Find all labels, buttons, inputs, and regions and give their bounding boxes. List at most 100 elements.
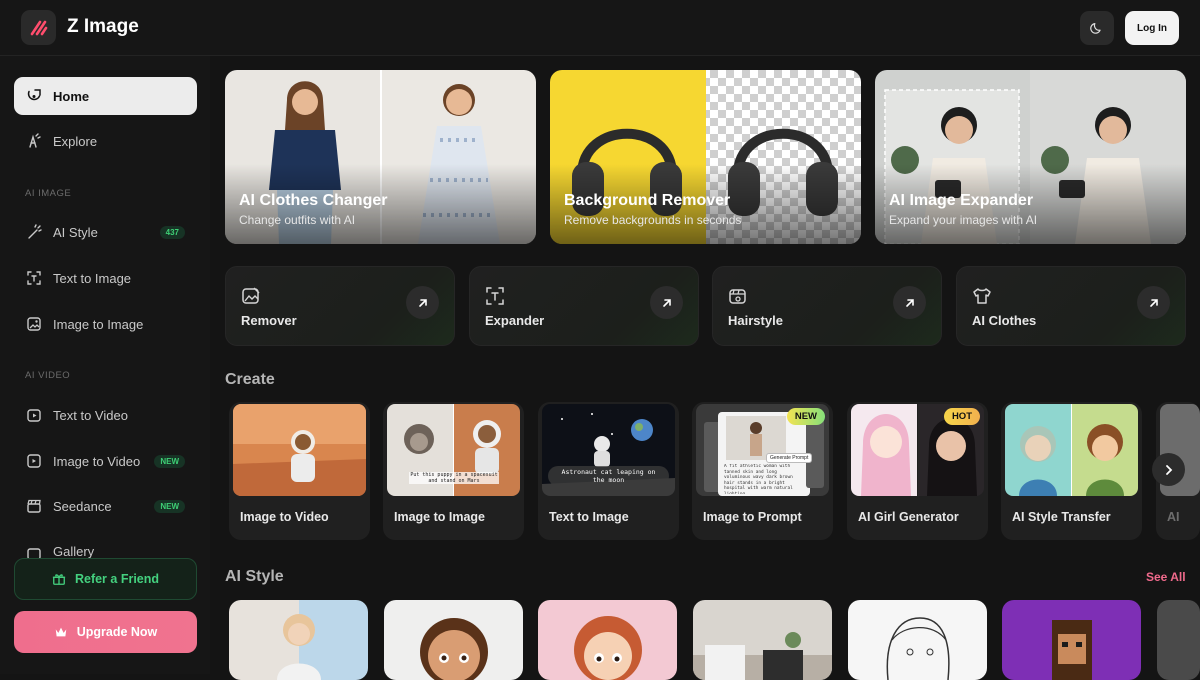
refer-friend-button[interactable]: Refer a Friend — [14, 558, 197, 600]
tool-label: Expander — [485, 313, 545, 328]
image-caption: Astronaut cat leaping on the moon — [548, 466, 669, 487]
tool-card-expander[interactable]: Expander — [469, 266, 699, 346]
shirt-icon — [972, 286, 992, 306]
sidebar-item-image-to-image[interactable]: Image to Image — [14, 305, 197, 343]
sidebar-item-label: Explore — [53, 133, 98, 149]
card-label: Image to Image — [394, 510, 485, 524]
sidebar-item-text-to-video[interactable]: Text to Video — [14, 396, 197, 434]
feature-card-background-remover[interactable]: Background Remover Remove backgrounds in… — [550, 70, 861, 244]
count-badge: 437 — [159, 225, 185, 239]
style-card-partial[interactable] — [1157, 600, 1200, 680]
arrow-up-right-icon[interactable] — [893, 286, 926, 319]
sidebar-item-label: AI Style — [53, 224, 98, 240]
feature-card-clothes-changer[interactable]: AI Clothes Changer Change outfits with A… — [225, 70, 536, 244]
feature-title: AI Clothes Changer — [239, 192, 388, 209]
section-label-ai-image: AI IMAGE — [25, 188, 72, 199]
card-label: Image to Prompt — [703, 510, 802, 524]
style-card[interactable] — [848, 600, 987, 680]
card-label: AI — [1167, 510, 1180, 524]
expand-icon — [485, 286, 505, 306]
arrow-up-right-icon[interactable] — [406, 286, 439, 319]
create-card-image-to-image[interactable]: Put this puppy in a spacesuit and stand … — [383, 402, 524, 540]
card-thumbnail — [1005, 404, 1138, 496]
tool-label: AI Clothes — [972, 313, 1037, 328]
new-badge: NEW — [154, 499, 185, 513]
upgrade-label: Upgrade Now — [76, 625, 158, 639]
sidebar-item-label: Seedance — [53, 498, 112, 514]
card-label: AI Style Transfer — [1012, 510, 1111, 524]
sidebar-item-label: Home — [53, 88, 90, 104]
image-caption: Put this puppy in a spacesuit and stand … — [409, 472, 499, 484]
sidebar-item-label: Gallery — [53, 544, 95, 559]
video-text-icon — [24, 405, 44, 425]
section-label-ai-video: AI VIDEO — [25, 370, 71, 381]
feature-card-image-expander[interactable]: AI Image Expander Expand your images wit… — [875, 70, 1186, 244]
sidebar-item-explore[interactable]: Explore — [14, 122, 197, 160]
top-bar: Z Image Log In — [0, 0, 1200, 56]
home-icon — [24, 86, 44, 106]
new-badge: NEW — [786, 408, 825, 425]
sidebar-item-home[interactable]: Home — [14, 77, 197, 115]
sidebar-item-seedance[interactable]: Seedance NEW — [14, 487, 197, 525]
image-icon — [24, 314, 44, 334]
style-card[interactable] — [384, 600, 523, 680]
login-button[interactable]: Log In — [1125, 11, 1179, 45]
crown-icon — [54, 625, 68, 639]
clapper-icon — [24, 496, 44, 516]
create-card-ai-style-transfer[interactable]: AI Style Transfer — [1001, 402, 1142, 540]
feature-subtitle: Expand your images with AI — [889, 213, 1038, 227]
card-thumbnail: Put this puppy in a spacesuit and stand … — [387, 404, 520, 496]
card-label: AI Girl Generator — [858, 510, 959, 524]
sidebar-item-ai-style[interactable]: AI Style 437 — [14, 213, 197, 251]
sidebar: Home Explore AI IMAGE AI Style 437 Text … — [0, 56, 210, 674]
feature-subtitle: Remove backgrounds in seconds — [564, 213, 742, 227]
style-card[interactable] — [538, 600, 677, 680]
see-all-link[interactable]: See All — [1146, 570, 1186, 584]
refer-label: Refer a Friend — [74, 572, 160, 586]
eraser-icon — [241, 286, 261, 306]
feature-title: Background Remover — [564, 192, 731, 209]
sidebar-item-label: Image to Image — [53, 316, 144, 332]
z-logo-icon[interactable] — [21, 10, 56, 45]
style-card[interactable] — [693, 600, 832, 680]
tool-card-remover[interactable]: Remover — [225, 266, 455, 346]
text-image-icon — [24, 268, 44, 288]
upgrade-button[interactable]: Upgrade Now — [14, 611, 197, 653]
new-badge: NEW — [154, 454, 185, 468]
style-card[interactable] — [1002, 600, 1141, 680]
create-card-ai-girl-generator[interactable]: HOT AI Girl Generator — [847, 402, 988, 540]
theme-toggle-button[interactable] — [1080, 11, 1114, 45]
tool-label: Remover — [241, 313, 297, 328]
ai-style-section-title: AI Style — [225, 568, 284, 585]
chevron-right-icon — [1165, 464, 1172, 475]
feature-subtitle: Change outfits with AI — [239, 213, 356, 227]
style-card[interactable] — [229, 600, 368, 680]
feature-title: AI Image Expander — [889, 192, 1034, 209]
create-card-image-to-video[interactable]: Image to Video — [229, 402, 370, 540]
sidebar-item-label: Image to Video — [53, 453, 141, 469]
tool-card-ai-clothes[interactable]: AI Clothes — [956, 266, 1186, 346]
card-thumbnail: Astronaut cat leaping on the moon — [542, 404, 675, 496]
card-label: Image to Video — [240, 510, 329, 524]
tool-label: Hairstyle — [728, 313, 783, 328]
compass-icon — [24, 131, 44, 151]
sidebar-item-label: Text to Image — [53, 270, 132, 286]
tool-card-hairstyle[interactable]: Hairstyle — [712, 266, 942, 346]
create-card-image-to-prompt[interactable]: Generate Prompt A fit athletic woman wit… — [692, 402, 833, 540]
carousel-next-button[interactable] — [1152, 453, 1185, 486]
arrow-up-right-icon[interactable] — [650, 286, 683, 319]
create-section-title: Create — [225, 371, 275, 388]
app-title[interactable]: Z Image — [67, 16, 139, 38]
sidebar-item-gallery[interactable]: Gallery — [14, 532, 197, 560]
sidebar-item-image-to-video[interactable]: Image to Video NEW — [14, 442, 197, 480]
arrow-up-right-icon[interactable] — [1137, 286, 1170, 319]
video-image-icon — [24, 451, 44, 471]
generate-prompt-button: Generate Prompt — [766, 453, 813, 463]
wand-icon — [24, 222, 44, 242]
card-label: Text to Image — [549, 510, 629, 524]
sidebar-item-text-to-image[interactable]: Text to Image — [14, 259, 197, 297]
hot-badge: HOT — [943, 408, 980, 425]
create-card-text-to-image[interactable]: Astronaut cat leaping on the moon Text t… — [538, 402, 679, 540]
sidebar-item-label: Text to Video — [53, 407, 128, 423]
card-thumbnail — [233, 404, 366, 496]
